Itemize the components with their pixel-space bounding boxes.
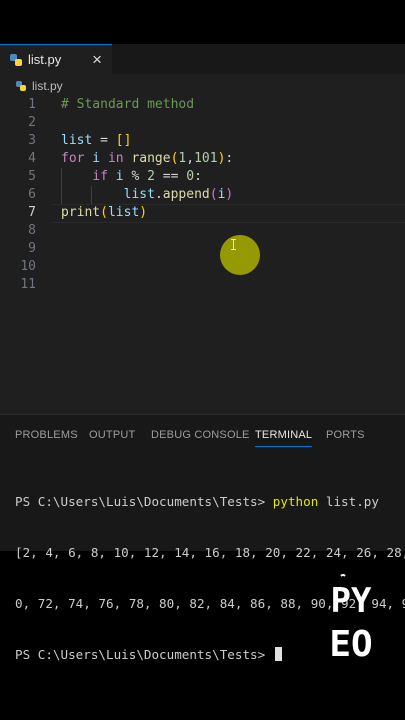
- code-token: :: [225, 151, 234, 166]
- code-token: i: [107, 169, 132, 184]
- code-token: (: [209, 187, 218, 202]
- tab-output[interactable]: OUTPUT: [89, 429, 135, 441]
- line-number: 4: [28, 151, 36, 166]
- code-line[interactable]: 2: [0, 114, 405, 132]
- code-token: 101: [194, 151, 218, 166]
- code-token: list: [107, 205, 140, 220]
- code-token: in: [107, 151, 124, 166]
- breadcrumb-filename[interactable]: list.py: [32, 79, 63, 93]
- tab-label: list.py: [28, 52, 62, 67]
- code-token: ): [225, 187, 234, 202]
- editor-tab-bar: list.py ×: [0, 44, 405, 74]
- line-number: 6: [28, 187, 36, 202]
- line-code: # Standard method: [61, 96, 194, 114]
- tab-terminal[interactable]: TERMINAL: [255, 429, 313, 447]
- text-cursor-icon: [231, 239, 236, 250]
- terminal-cursor: [274, 647, 282, 661]
- code-line[interactable]: 7 print(list): [0, 204, 405, 223]
- mouse-highlight: [220, 235, 260, 275]
- line-number: 3: [28, 133, 36, 148]
- code-token: range: [131, 151, 171, 166]
- code-token: ==: [154, 169, 187, 184]
- code-line[interactable]: 3 list = []: [0, 132, 405, 150]
- code-token: ): [139, 205, 148, 220]
- code-line[interactable]: 6 list.append(i): [0, 186, 405, 204]
- code-token: i: [84, 151, 108, 166]
- code-editor[interactable]: list.py 1 # Standard method 2 3 list = [] 4 fo…: [0, 74, 405, 414]
- code-token: 2: [147, 169, 155, 184]
- code-token: list: [61, 133, 93, 148]
- code-token: list: [123, 187, 155, 202]
- tab-problems[interactable]: PROBLEMS: [15, 429, 78, 441]
- code-token: .: [154, 187, 163, 202]
- code-token: if: [92, 169, 108, 184]
- python-file-icon: [16, 81, 26, 91]
- code-line[interactable]: 8: [0, 222, 405, 240]
- line-number: 9: [28, 241, 36, 256]
- code-line[interactable]: 9: [0, 240, 405, 258]
- terminal-command: python: [272, 494, 319, 509]
- code-line[interactable]: 11: [0, 276, 405, 294]
- code-token: # Standard method: [61, 97, 195, 112]
- terminal-line: PS C:\Users\Luis\Documents\Tests> python…: [15, 493, 405, 510]
- tab-ports[interactable]: PORTS: [326, 429, 365, 441]
- pyeo-logo-graphic: PY EO: [329, 574, 373, 664]
- line-number: 11: [20, 277, 36, 292]
- code-lines[interactable]: 1 # Standard method 2 3 list = [] 4 for i in r…: [0, 96, 405, 294]
- tab-debug-console[interactable]: DEBUG CONSOLE: [151, 429, 250, 441]
- line-number: 2: [28, 115, 36, 130]
- breadcrumb[interactable]: list.py: [16, 79, 63, 93]
- line-code: print(list): [61, 204, 147, 222]
- code-line[interactable]: 10: [0, 258, 405, 276]
- tab-list-py[interactable]: list.py ×: [0, 44, 112, 74]
- terminal-command-args: list.py: [318, 494, 379, 509]
- code-line[interactable]: 4 for i in range(1,101):: [0, 150, 405, 168]
- code-line[interactable]: 5 if i % 2 == 0:: [0, 168, 405, 186]
- code-token: 0: [186, 169, 195, 184]
- terminal-prompt: PS C:\Users\Luis\Documents\Tests>: [15, 494, 273, 509]
- line-code: list.append(i): [61, 186, 234, 204]
- code-token: append: [162, 187, 210, 202]
- code-token: (: [100, 205, 108, 220]
- code-token: ,: [186, 151, 195, 166]
- terminal-prompt: PS C:\Users\Luis\Documents\Tests>: [15, 647, 273, 662]
- code-token: for: [61, 151, 85, 166]
- terminal-line: [2, 4, 6, 8, 10, 12, 14, 16, 18, 20, 22,…: [15, 545, 405, 560]
- line-code: list = []: [61, 132, 131, 150]
- line-code: if i % 2 == 0:: [61, 168, 202, 186]
- code-token: print: [61, 205, 101, 220]
- top-black-bar: [0, 0, 405, 44]
- close-icon[interactable]: ×: [92, 50, 102, 70]
- logo-text-bottom: EO: [329, 624, 372, 664]
- line-number: 10: [20, 259, 36, 274]
- line-number: 5: [28, 169, 36, 184]
- panel-tabs: PROBLEMS OUTPUT DEBUG CONSOLE TERMINAL PORTS: [0, 415, 405, 449]
- code-line[interactable]: 1 # Standard method: [0, 96, 405, 114]
- logo-text-top: PY: [331, 581, 372, 621]
- pyeo-logo: PY EO: [319, 574, 383, 664]
- code-token: =: [92, 133, 116, 148]
- line-number: 7: [28, 205, 36, 220]
- line-number: 8: [28, 223, 36, 238]
- code-token: []: [115, 133, 132, 148]
- code-token: :: [194, 169, 202, 184]
- line-number: 1: [28, 97, 36, 112]
- line-code: for i in range(1,101):: [61, 150, 233, 168]
- code-token: %: [131, 169, 148, 184]
- python-file-icon: [10, 53, 22, 66]
- bottom-panel: PROBLEMS OUTPUT DEBUG CONSOLE TERMINAL PORTS…: [0, 414, 405, 662]
